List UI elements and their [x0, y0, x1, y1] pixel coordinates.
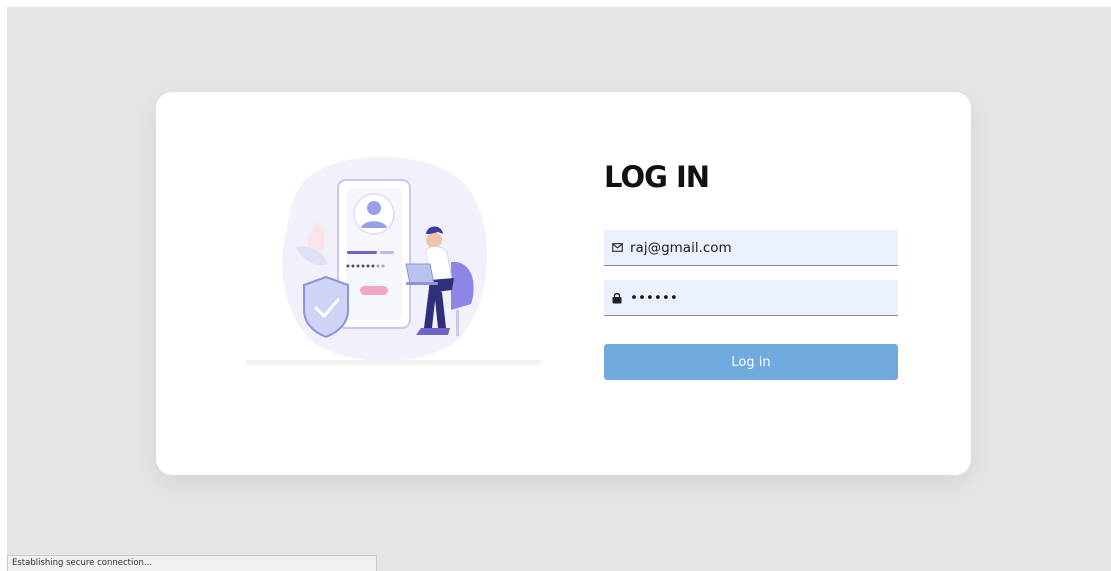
login-form: LOG IN Log in — [604, 157, 898, 380]
login-title: LOG IN — [604, 160, 710, 194]
secure-login-illustration — [246, 156, 541, 365]
email-input[interactable] — [628, 230, 888, 265]
password-input[interactable] — [628, 280, 888, 315]
email-field-container — [604, 230, 898, 266]
status-bar: Establishing secure connection... — [7, 555, 377, 571]
envelope-icon — [604, 243, 628, 252]
login-card: LOG IN Log in — [156, 92, 971, 475]
page-viewport: LOG IN Log in — [7, 7, 1111, 571]
lock-icon — [604, 292, 628, 304]
password-field-container — [604, 280, 898, 316]
login-button[interactable]: Log in — [604, 344, 898, 380]
